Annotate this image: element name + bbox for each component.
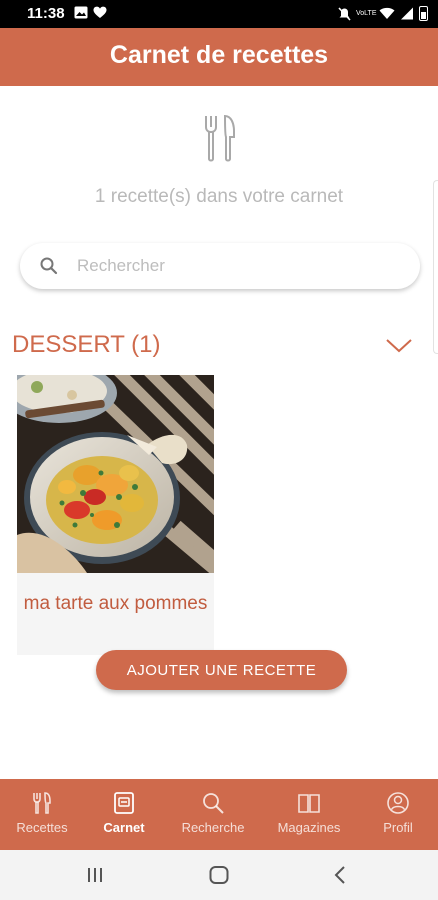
nav-label: Recettes (16, 820, 68, 835)
recipe-name: ma tarte aux pommes (23, 593, 208, 614)
category-title-dessert[interactable]: DESSERT (1) (12, 331, 161, 359)
nav-item-recherche[interactable]: Recherche (170, 779, 256, 850)
add-recipe-button[interactable]: AJOUTER UNE RECETTE (96, 650, 347, 690)
scroll-indicator (433, 180, 438, 354)
nav-label: Carnet (103, 820, 145, 835)
recipe-count-text: 1 recette(s) dans votre carnet (94, 186, 344, 207)
recipe-card[interactable]: ma tarte aux pommes (17, 375, 214, 655)
cutlery-icon (33, 792, 51, 814)
cutlery-icon (205, 115, 235, 162)
status-bar: 11:38 VoLTE (0, 0, 438, 28)
search-icon (203, 793, 224, 814)
recipe-photo (17, 375, 214, 573)
recents-icon[interactable] (83, 864, 107, 886)
wifi-icon (379, 7, 395, 19)
nav-item-magazines[interactable]: Magazines (264, 779, 354, 850)
search-input[interactable] (77, 243, 407, 289)
nav-item-carnet[interactable]: Carnet (84, 779, 164, 850)
page-title: Carnet de recettes (109, 41, 329, 69)
book-icon (298, 794, 320, 813)
app-header: Carnet de recettes (0, 28, 438, 86)
signal-icon (401, 7, 413, 20)
system-nav-bar (0, 850, 438, 900)
status-time: 11:38 (27, 5, 65, 22)
battery-icon (419, 6, 428, 21)
user-icon (387, 792, 409, 814)
notebook-icon (114, 792, 134, 814)
vowifi-icon: VoLTE (356, 10, 377, 17)
nav-item-recettes[interactable]: Recettes (0, 779, 84, 850)
image-icon (74, 6, 88, 19)
search-bar[interactable] (20, 243, 420, 289)
heart-icon (93, 6, 107, 18)
search-icon (40, 257, 58, 275)
mute-icon (338, 6, 351, 21)
home-icon[interactable] (207, 864, 231, 886)
nav-label: Recherche (181, 820, 245, 835)
bottom-nav: Recettes Carnet Recherche Magazines Prof… (0, 779, 438, 850)
nav-label: Magazines (277, 820, 341, 835)
chevron-down-icon[interactable] (384, 334, 414, 356)
back-icon[interactable] (329, 864, 353, 886)
nav-item-profil[interactable]: Profil (364, 779, 432, 850)
nav-label: Profil (383, 820, 413, 835)
